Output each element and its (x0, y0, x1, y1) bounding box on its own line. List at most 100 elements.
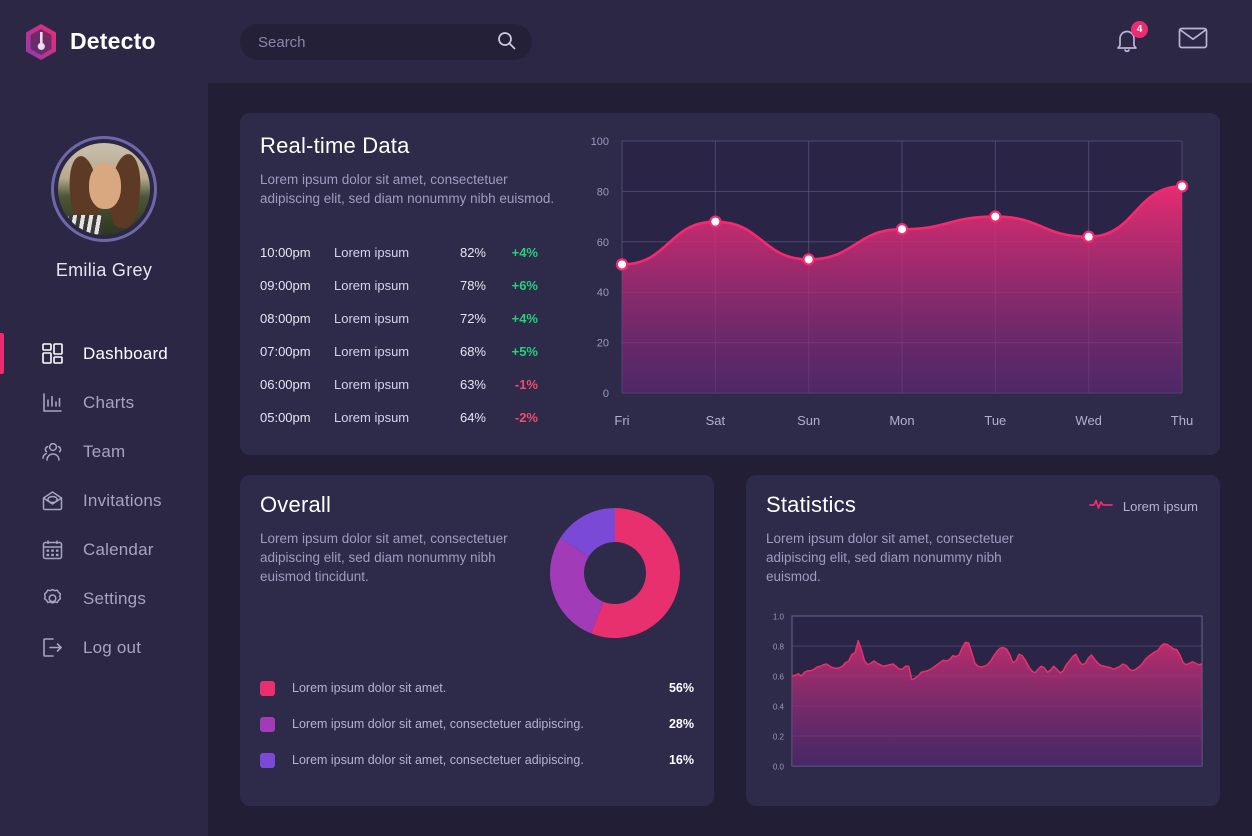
row-delta: +5% (511, 344, 538, 359)
realtime-line-chart[interactable]: 0 20 40 60 80 100 Fri Sat Sun Mon Tue Wed Thu (570, 123, 1210, 443)
sidebar-item-log-out[interactable]: Log out (0, 623, 208, 672)
legend-percent: 56% (668, 681, 694, 695)
row-delta: +4% (511, 311, 538, 326)
table-row[interactable]: 06:00pm Lorem ipsum 63% -1% (260, 368, 538, 401)
svg-text:0.2: 0.2 (773, 733, 785, 742)
table-row[interactable]: 10:00pm Lorem ipsum 82% +4% (260, 236, 538, 269)
svg-text:0.4: 0.4 (773, 703, 785, 712)
svg-text:100: 100 (591, 136, 609, 148)
svg-text:Thu: Thu (1171, 413, 1193, 428)
bar-chart-icon (41, 391, 64, 414)
row-delta: +6% (511, 278, 538, 293)
overall-legend: Lorem ipsum dolor sit amet. 56% Lorem ip… (260, 670, 694, 778)
sidebar-item-charts[interactable]: Charts (0, 378, 208, 427)
svg-text:Fri: Fri (614, 413, 629, 428)
svg-text:Tue: Tue (984, 413, 1006, 428)
sidebar-item-label: Invitations (83, 490, 162, 510)
notifications-button[interactable]: 4 (1114, 20, 1148, 55)
row-time: 06:00pm (260, 377, 311, 392)
svg-text:Wed: Wed (1075, 413, 1102, 428)
legend-swatch (260, 716, 275, 732)
statistics-header: Statistics Lorem ipsum dolor sit amet, c… (766, 492, 1026, 586)
realtime-left-panel: Real-time Data Lorem ipsum dolor sit ame… (260, 133, 560, 434)
list-item[interactable]: Lorem ipsum dolor sit amet. 56% (260, 670, 694, 706)
hexagon-detector-logo-icon (24, 23, 58, 61)
overall-donut-chart[interactable] (550, 508, 680, 638)
row-delta: -2% (514, 410, 538, 425)
row-time: 10:00pm (260, 245, 311, 260)
avatar[interactable] (51, 136, 157, 242)
overall-description: Lorem ipsum dolor sit amet, consectetuer… (260, 531, 508, 584)
row-label: Lorem ipsum (334, 344, 410, 359)
row-value: 64% (459, 410, 486, 425)
row-label: Lorem ipsum (334, 410, 410, 425)
table-row[interactable]: 08:00pm Lorem ipsum 72% +4% (260, 302, 538, 335)
search-bar[interactable] (240, 24, 532, 60)
notification-badge: 4 (1131, 20, 1148, 38)
main-content: Real-time Data Lorem ipsum dolor sit ame… (208, 83, 1252, 836)
realtime-table: 10:00pm Lorem ipsum 82% +4% 09:00pm Lore… (260, 236, 538, 434)
list-item[interactable]: Lorem ipsum dolor sit amet, consectetuer… (260, 706, 694, 742)
svg-text:0.6: 0.6 (773, 673, 785, 682)
svg-text:80: 80 (597, 186, 609, 198)
legend-label: Lorem ipsum dolor sit amet. (292, 681, 447, 695)
sidebar-item-calendar[interactable]: Calendar (0, 525, 208, 574)
top-actions: 4 (1114, 20, 1208, 55)
logout-arrow-icon (41, 636, 64, 659)
svg-text:1.0: 1.0 (773, 613, 785, 622)
brand: Detecto (24, 23, 156, 61)
svg-text:Sat: Sat (706, 413, 726, 428)
row-delta: +4% (511, 245, 538, 260)
legend-swatch (260, 680, 275, 696)
row-label: Lorem ipsum (334, 245, 410, 260)
statistics-legend[interactable]: Lorem ipsum (1089, 497, 1198, 516)
svg-text:0.0: 0.0 (773, 763, 785, 772)
row-value: 63% (459, 377, 486, 392)
statistics-legend-label: Lorem ipsum (1122, 499, 1198, 514)
row-time: 09:00pm (260, 278, 311, 293)
open-envelope-icon (41, 489, 64, 512)
row-time: 07:00pm (260, 344, 311, 359)
bell-icon (1114, 30, 1140, 59)
statistics-area-chart[interactable]: 0.0 0.2 0.4 0.6 0.8 1.0 (756, 608, 1210, 788)
legend-label: Lorem ipsum dolor sit amet, consectetuer… (292, 753, 584, 767)
row-label: Lorem ipsum (334, 311, 410, 326)
svg-text:20: 20 (597, 338, 609, 350)
table-row[interactable]: 07:00pm Lorem ipsum 68% +5% (260, 335, 538, 368)
overall-card: Overall Lorem ipsum dolor sit amet, cons… (240, 475, 714, 806)
statistics-title: Statistics (766, 492, 857, 517)
search-input[interactable] (240, 33, 493, 51)
svg-text:40: 40 (597, 287, 609, 299)
user-name: Emilia Grey (55, 260, 153, 280)
overall-header: Overall Lorem ipsum dolor sit amet, cons… (260, 492, 510, 586)
realtime-title: Real-time Data (260, 133, 410, 158)
sidebar-item-dashboard[interactable]: Dashboard (0, 329, 208, 378)
table-row[interactable]: 05:00pm Lorem ipsum 64% -2% (260, 401, 538, 434)
svg-text:60: 60 (597, 237, 609, 249)
dashboard-grid-icon (41, 342, 64, 365)
svg-text:0.8: 0.8 (773, 643, 785, 652)
overall-title: Overall (260, 492, 332, 517)
sidebar-nav: Dashboard Charts Team Invitations Calend… (0, 329, 208, 672)
realtime-data-card: Real-time Data Lorem ipsum dolor sit ame… (240, 113, 1220, 455)
row-value: 68% (459, 344, 486, 359)
sidebar-item-invitations[interactable]: Invitations (0, 476, 208, 525)
row-label: Lorem ipsum (334, 278, 410, 293)
search-button[interactable] (493, 31, 532, 53)
legend-label: Lorem ipsum dolor sit amet, consectetuer… (292, 717, 584, 731)
sidebar-item-settings[interactable]: Settings (0, 574, 208, 623)
list-item[interactable]: Lorem ipsum dolor sit amet, consectetuer… (260, 742, 694, 778)
sidebar-item-team[interactable]: Team (0, 427, 208, 476)
row-time: 05:00pm (260, 410, 311, 425)
statistics-card: Statistics Lorem ipsum dolor sit amet, c… (746, 475, 1220, 806)
table-row[interactable]: 09:00pm Lorem ipsum 78% +6% (260, 269, 538, 302)
messages-button[interactable] (1178, 26, 1208, 55)
top-bar: Detecto 4 (0, 0, 1252, 83)
sidebar-item-label: Team (83, 441, 126, 461)
realtime-description: Lorem ipsum dolor sit amet, consectetuer… (260, 172, 555, 206)
sidebar-item-label: Calendar (83, 539, 154, 559)
legend-percent: 28% (668, 717, 694, 731)
row-value: 72% (459, 311, 486, 326)
gear-icon (41, 587, 64, 610)
row-value: 82% (459, 245, 486, 260)
